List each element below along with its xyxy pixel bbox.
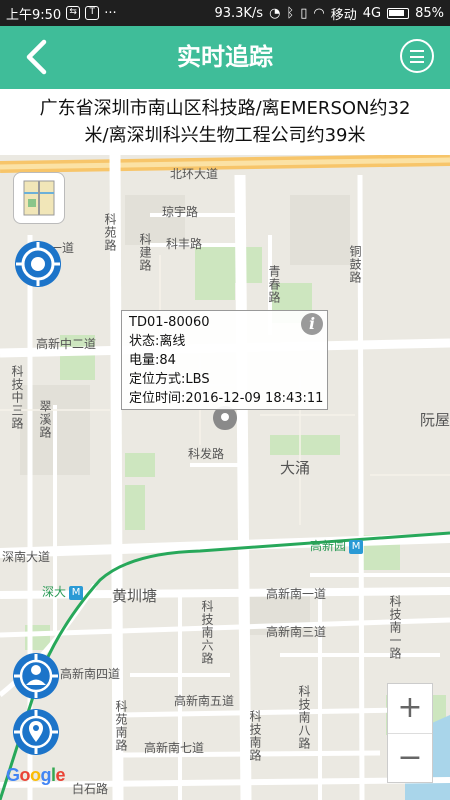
menu-button[interactable] (400, 39, 434, 73)
locate-me-button[interactable] (14, 240, 62, 288)
map-label: 青春路 (267, 265, 281, 304)
device-pin-icon (13, 709, 59, 755)
zoom-in-button[interactable]: + (388, 684, 432, 733)
google-logo-letter: o (30, 765, 41, 785)
map-label: 琼宇路 (162, 205, 199, 219)
map-label: 高新南七道 (144, 741, 205, 755)
map-label: 铜鼓路 (348, 245, 362, 284)
more-dots-icon: ··· (104, 5, 117, 21)
map-label: 翠溪路 (38, 400, 52, 439)
map-label: 高新南一道 (266, 587, 327, 601)
metro-station-label: 高新园 M (310, 537, 364, 554)
hamburger-menu-icon (410, 50, 424, 52)
person-pin-icon (13, 653, 59, 699)
app-notification-icon: T (85, 6, 100, 20)
metro-station-label: 深大 M (42, 583, 84, 600)
map-label: 北环大道 (170, 167, 219, 181)
map-label: 深南大道 (2, 550, 51, 564)
map-label: 科苑南路 (114, 700, 128, 752)
battery-icon (387, 7, 410, 19)
map-label: 科技南路 (248, 710, 262, 762)
battery-percent: 85% (415, 5, 444, 21)
page-title: 实时追踪 (177, 43, 273, 71)
map-view[interactable]: 北环大道 琼宇路 科丰路 科苑路 科建路 青春路 铜鼓路 一道 高新中二道 科技… (0, 155, 450, 800)
info-icon[interactable]: i (301, 313, 323, 335)
device-battery: 电量:84 (129, 353, 176, 368)
device-location-button[interactable] (12, 708, 60, 756)
address-line-2: 米/离深圳科兴生物工程公司约39米 (84, 125, 366, 146)
zoom-controls: + − (387, 683, 433, 783)
map-label: 白石路 (72, 782, 109, 796)
map-label: 科建路 (138, 233, 152, 272)
map-label: 高新南三道 (266, 625, 327, 639)
map-label: 高新南四道 (60, 667, 121, 681)
map-label: 科技中三路 (10, 365, 24, 430)
device-status: 状态:离线 (129, 334, 186, 349)
person-location-button[interactable] (12, 652, 60, 700)
map-label: 科技南八路 (297, 685, 311, 750)
network-type: 4G (362, 5, 382, 21)
map-label: 科丰路 (166, 237, 203, 251)
status-bar: 上午9:50 ⇆ T ··· 93.3K/s ◔ ᛒ ▯ ◠ 移动 4G 85% (0, 0, 450, 26)
map-layer-button[interactable] (13, 172, 65, 224)
status-time: 上午9:50 (6, 7, 62, 23)
location-time: 定位时间:2016-12-09 18:43:11 (129, 391, 324, 406)
address-bar: 广东省深圳市南山区科技路/离EMERSON约32 米/离深圳科兴生物工程公司约3… (0, 89, 450, 155)
map-label: 阮屋 (420, 411, 450, 429)
crosshair-icon (15, 241, 61, 287)
map-label: 科技南六路 (200, 600, 214, 665)
map-label: 高新中二道 (36, 337, 97, 351)
chevron-left-icon (26, 39, 47, 75)
vibrate-icon: ▯ (300, 5, 308, 21)
wifi-icon: ◠ (313, 5, 325, 21)
map-label: 大涌 (280, 459, 311, 477)
back-button[interactable] (18, 34, 58, 80)
address-line-1: 广东省深圳市南山区科技路/离EMERSON约32 (39, 98, 411, 119)
device-id: TD01-80060 (129, 315, 210, 330)
carrier-name: 移动 (330, 7, 357, 23)
map-label: 科技南一路 (388, 595, 402, 660)
map-label: 科发路 (188, 447, 225, 461)
bluetooth-icon: ᛒ (286, 5, 295, 21)
zoom-out-button[interactable]: − (388, 734, 432, 783)
map-label: 科苑路 (103, 213, 117, 252)
google-logo-letter: e (55, 765, 66, 785)
alarm-icon: ◔ (269, 5, 281, 21)
map-layers-icon (23, 180, 55, 216)
google-logo-letter: o (19, 765, 31, 785)
app-header: 实时追踪 (0, 26, 450, 89)
map-label: 高新南五道 (174, 694, 235, 708)
sync-icon: ⇆ (66, 6, 81, 20)
device-info-popup[interactable]: TD01-80060 状态:离线 电量:84 定位方式:LBS 定位时间:201… (121, 310, 328, 410)
location-method: 定位方式:LBS (129, 372, 210, 387)
google-logo: Google (6, 765, 66, 786)
google-logo-letter: G (6, 765, 20, 785)
map-label: 黄圳塘 (112, 587, 158, 605)
network-speed: 93.3K/s (214, 5, 264, 21)
google-logo-letter: g (40, 765, 52, 785)
